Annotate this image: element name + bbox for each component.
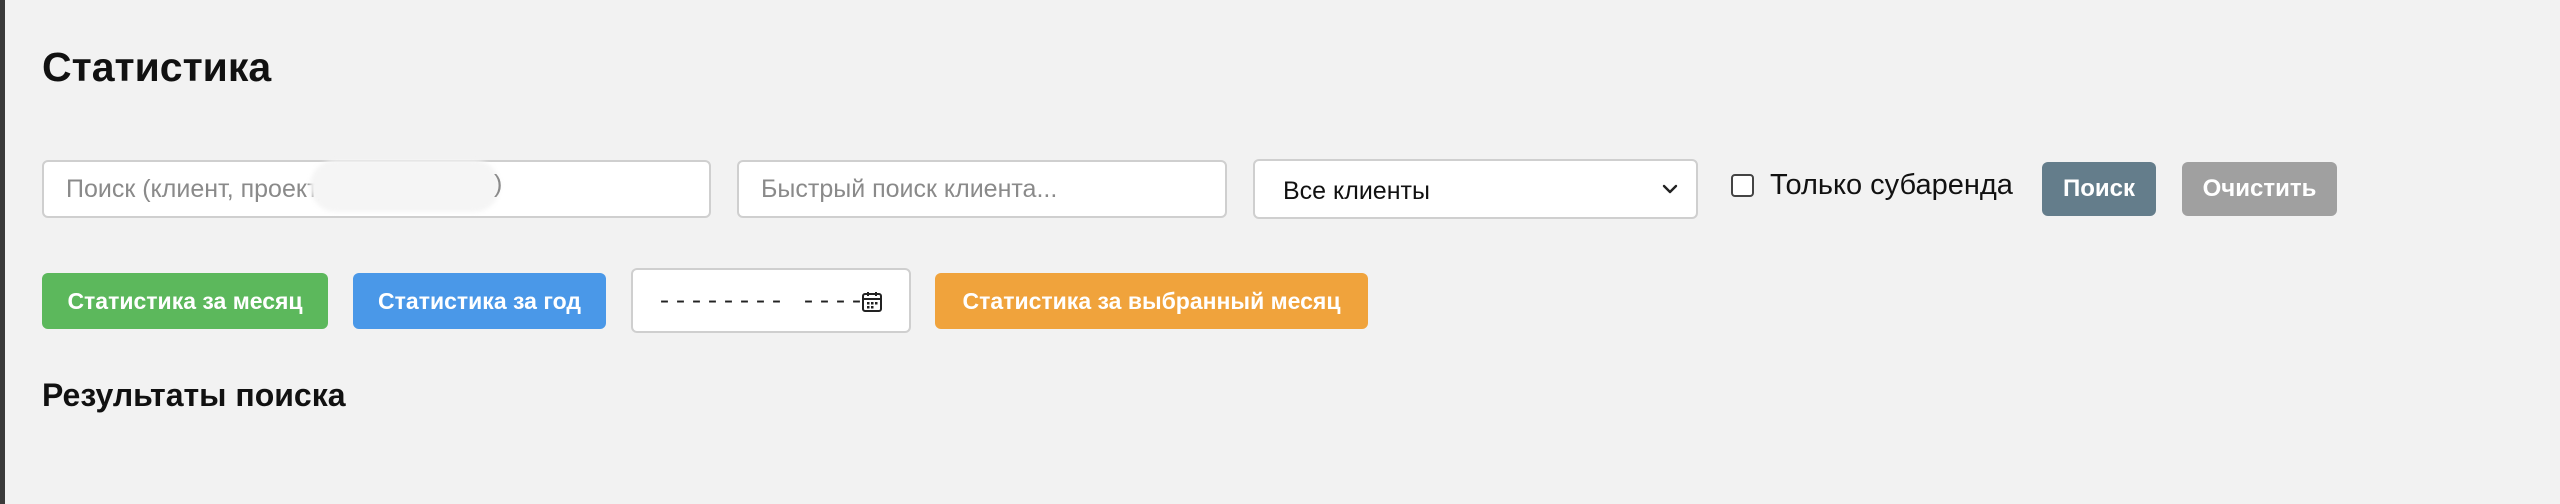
search-placeholder-tail: ) [494, 170, 503, 198]
client-select-value: Все клиенты [1283, 177, 1430, 205]
page-title: Статистика [42, 44, 272, 90]
window-left-edge [0, 0, 5, 504]
quick-client-search-input[interactable] [737, 160, 1227, 218]
sublease-only-label: Только субаренда [1770, 169, 2013, 201]
results-heading: Результаты поиска [42, 377, 346, 413]
redacted-placeholder-text [310, 160, 500, 212]
selected-month-stats-button[interactable]: Статистика за выбранный месяц [935, 273, 1368, 329]
month-picker-value: -------- ---- [657, 287, 866, 316]
search-button[interactable]: Поиск [2042, 162, 2156, 216]
clear-button[interactable]: Очистить [2182, 162, 2337, 216]
client-select[interactable]: Все клиенты [1253, 159, 1698, 219]
year-stats-button[interactable]: Статистика за год [353, 273, 606, 329]
month-stats-button[interactable]: Статистика за месяц [42, 273, 328, 329]
chevron-down-icon [1662, 184, 1678, 194]
month-picker-input[interactable]: -------- ---- [631, 268, 911, 333]
calendar-icon[interactable] [861, 291, 883, 313]
sublease-only-checkbox[interactable] [1731, 174, 1754, 197]
